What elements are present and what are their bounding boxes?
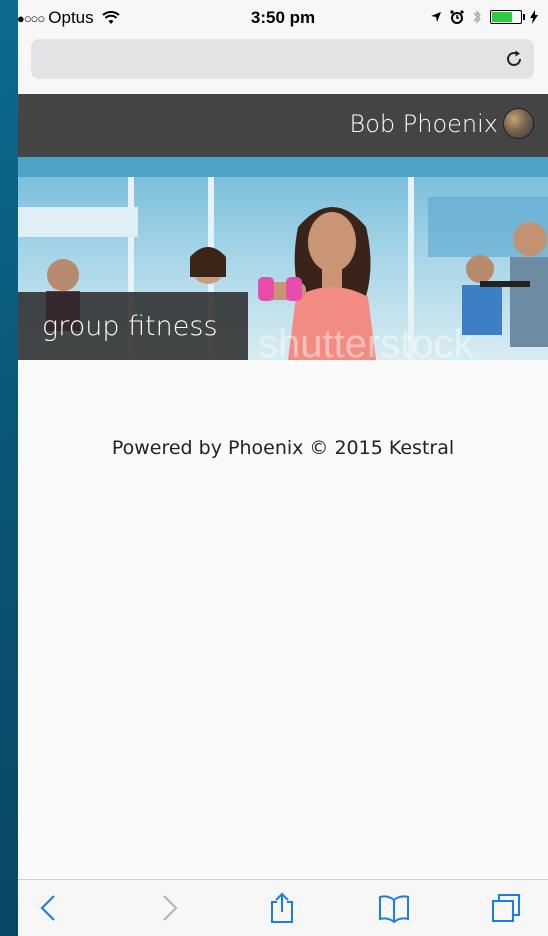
browser-toolbar [18,879,548,936]
user-name[interactable]: Bob Phoenix [350,110,498,138]
chevron-right-icon[interactable] [152,892,184,924]
footer-text: Powered by Phoenix © 2015 Kestral [111,437,455,459]
alarm-icon [450,10,464,24]
battery-level [492,12,512,22]
chevron-left-icon[interactable] [34,892,66,924]
charging-bolt-icon [530,10,538,24]
address-bar-area [18,36,548,94]
banner-label[interactable]: group fitness [18,292,248,360]
reload-icon[interactable] [503,48,525,70]
share-icon[interactable] [266,892,298,924]
phone-screen: ●●○○○ Optus 3:50 pm [18,0,548,936]
battery-tip [523,14,525,20]
battery-icon [490,10,525,24]
app-header: Bob Phoenix [18,94,548,157]
status-bar: ●●○○○ Optus 3:50 pm [18,0,548,36]
avatar[interactable] [503,108,534,139]
address-bar[interactable] [31,39,534,79]
status-right [430,9,538,25]
svg-text:shutterstock: shutterstock [258,322,475,360]
bluetooth-icon [473,10,481,24]
location-arrow-icon [431,12,441,22]
group-fitness-banner[interactable]: shutterstock group fitness [18,157,548,360]
book-icon[interactable] [378,892,410,924]
tabs-icon[interactable] [490,892,522,924]
